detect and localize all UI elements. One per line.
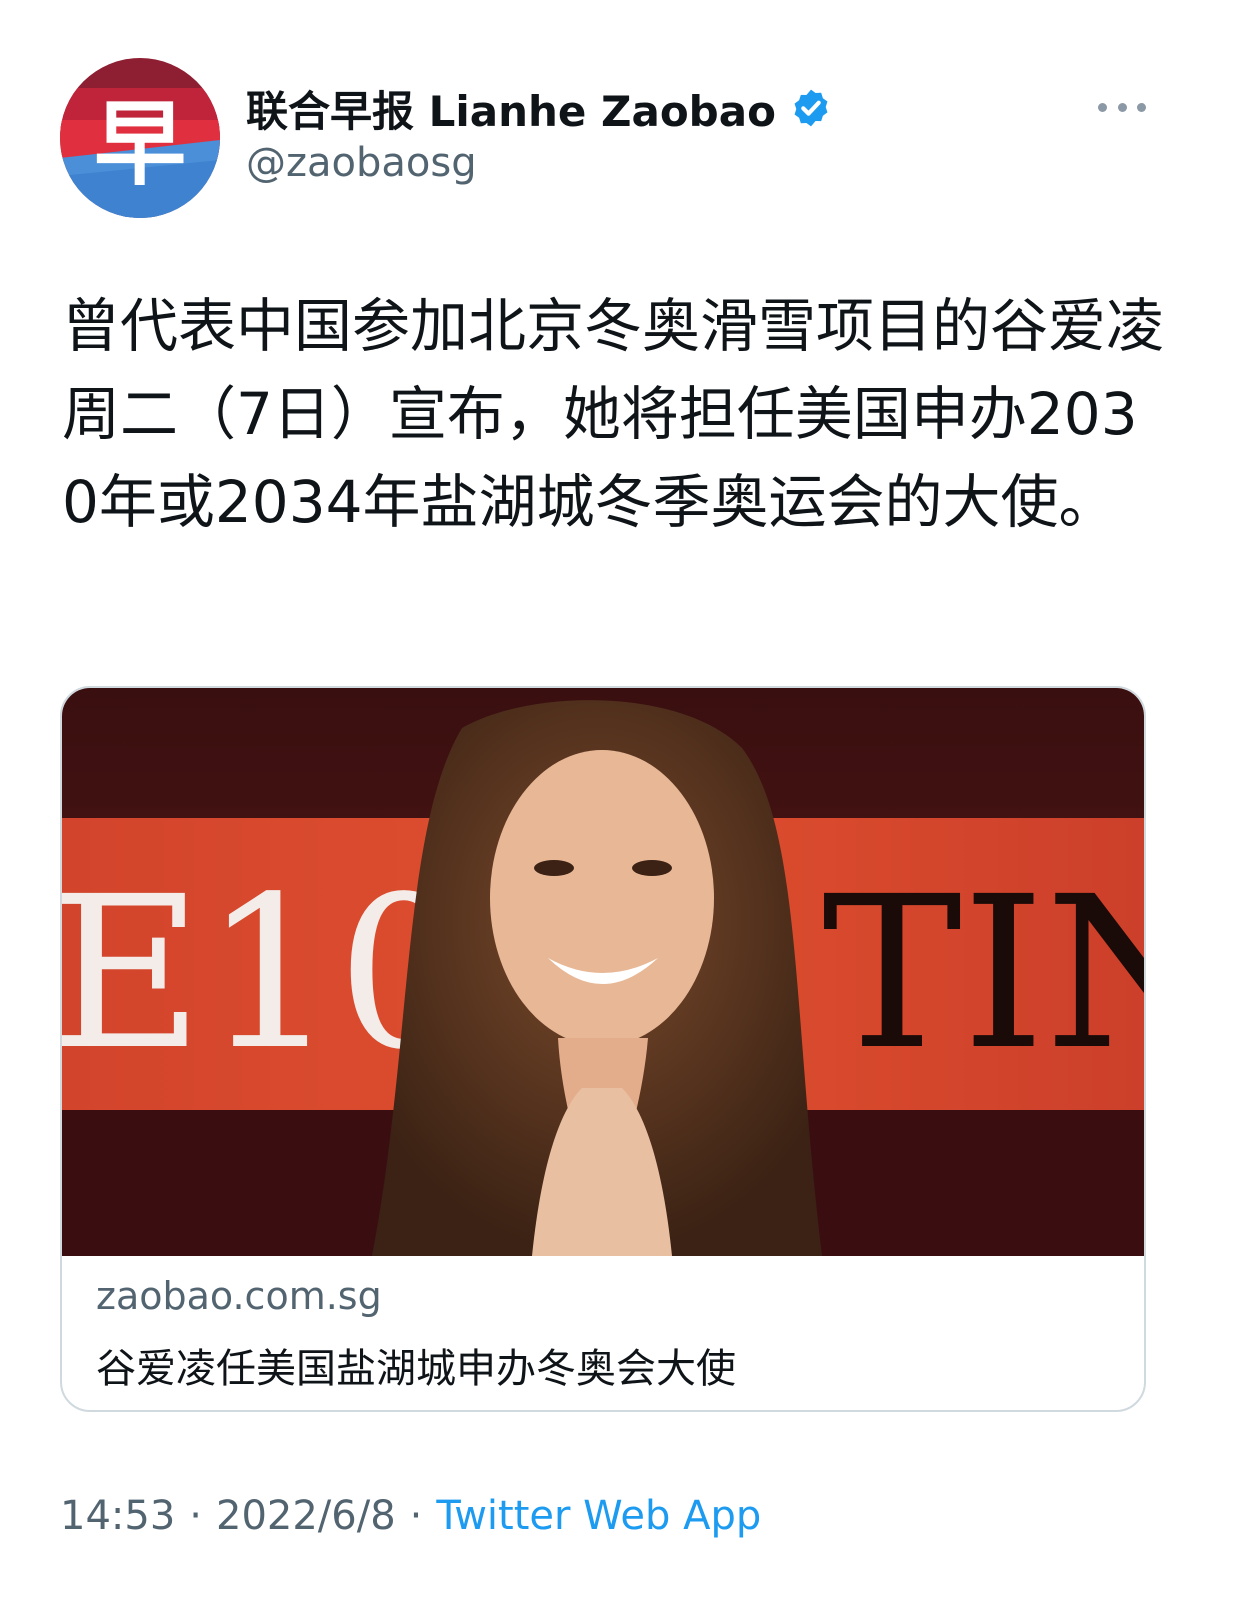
card-domain: zaobao.com.sg <box>96 1274 382 1318</box>
display-name-row: 联合早报 Lianhe Zaobao <box>246 78 832 138</box>
more-options-icon[interactable] <box>1098 92 1146 122</box>
tweet-date[interactable]: 2022/6/8 <box>216 1493 396 1539</box>
meta-separator: · <box>189 1493 202 1539</box>
avatar[interactable]: 早 <box>60 58 220 218</box>
tweet-meta: 14:53 · 2022/6/8 · Twitter Web App <box>60 1486 761 1546</box>
avatar-logo-char: 早 <box>94 90 186 198</box>
tweet-source-link[interactable]: Twitter Web App <box>436 1493 761 1539</box>
user-handle[interactable]: @zaobaosg <box>246 140 477 186</box>
tweet-text: 曾代表中国参加北京冬奥滑雪项目的谷爱凌周二（7日）宣布，她将担任美国申办2030… <box>62 292 1165 536</box>
tweet-time[interactable]: 14:53 <box>60 1493 175 1539</box>
tweet: 早 联合早报 Lianhe Zaobao @zaobaosg 曾代表中国参加北京… <box>0 0 1242 1616</box>
card-title: 谷爱凌任美国盐湖城申办冬奥会大使 <box>96 1346 736 1392</box>
card-image[interactable]: E100 TIN <box>62 688 1144 1256</box>
link-card[interactable]: E100 TIN zaobao.com.sg 谷爱凌任美国盐湖城申办冬奥会大使 <box>60 686 1146 1412</box>
verified-badge-icon <box>790 87 832 129</box>
display-name[interactable]: 联合早报 Lianhe Zaobao <box>246 78 776 139</box>
card-image-banner-text-right: TIN <box>822 851 1144 1096</box>
meta-separator: · <box>409 1493 423 1539</box>
